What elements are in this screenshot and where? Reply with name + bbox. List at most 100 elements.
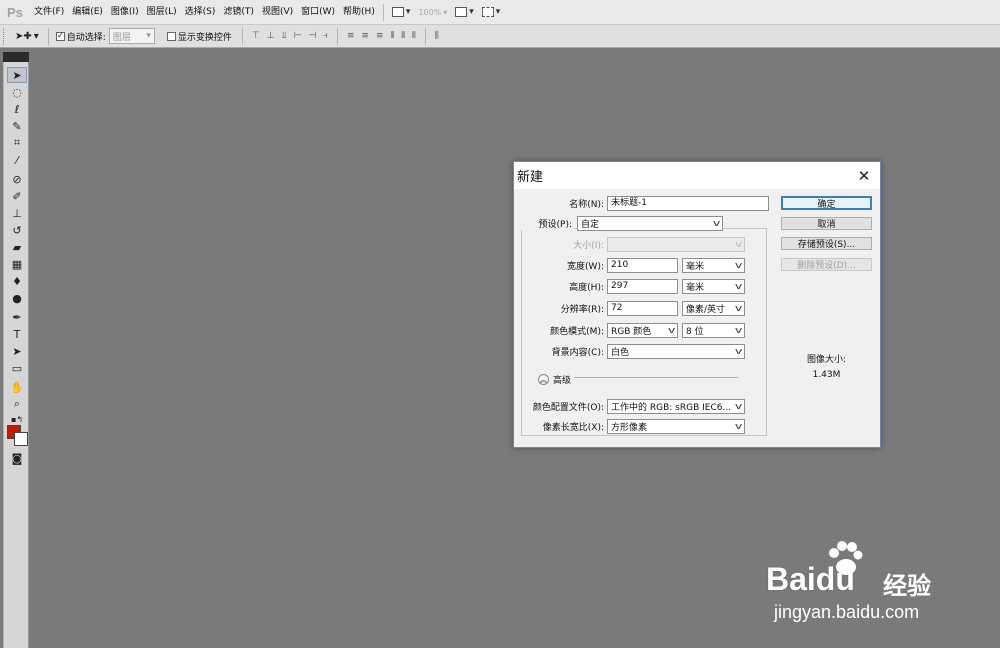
eraser-tool-icon[interactable]: ▰ [7, 239, 27, 255]
arrange-documents-button[interactable]: ▾ [451, 0, 478, 25]
size-select[interactable]: v [607, 237, 745, 252]
pen-tool-icon[interactable]: ✒ [7, 309, 27, 325]
width-unit-select[interactable]: 毫米 v [682, 258, 745, 273]
history-brush-tool-icon[interactable]: ↺ [7, 222, 27, 238]
brush-tool-icon[interactable]: ✐ [7, 188, 27, 204]
name-label: 名称(N): [569, 200, 604, 210]
bg-content-select[interactable]: 白色 v [607, 344, 745, 359]
tools-panel-header[interactable] [3, 52, 29, 62]
arrange-icon [455, 7, 468, 17]
bg-content-label: 背景内容(C): [551, 348, 604, 358]
dodge-tool-icon[interactable]: ● [7, 290, 27, 306]
align-top-icon[interactable]: ⊤ [252, 31, 260, 41]
height-field[interactable]: 297 [607, 279, 678, 294]
distribute-bottom-icon[interactable]: ≡ [376, 31, 384, 41]
menu-view[interactable]: 视图(V) [258, 0, 297, 25]
resolution-field[interactable]: 72 [607, 301, 678, 316]
align-bottom-icon[interactable]: ⫫ [282, 31, 287, 41]
preset-label: 预设(P): [514, 217, 574, 230]
auto-align-button[interactable]: ⫼ [429, 31, 445, 41]
path-selection-tool-icon[interactable]: ➤ [7, 343, 27, 359]
menu-image[interactable]: 图像(I) [107, 0, 143, 25]
crop-tool-icon[interactable]: ⌗ [7, 135, 27, 151]
chevron-down-icon: v [734, 303, 743, 314]
bit-depth-select[interactable]: 8 位 v [682, 323, 745, 338]
color-mode-select[interactable]: RGB 颜色 v [607, 323, 678, 338]
menu-layer[interactable]: 图层(L) [143, 0, 181, 25]
name-field[interactable]: 未标题-1 [607, 196, 769, 211]
chevron-down-icon: v [734, 281, 743, 292]
healing-brush-tool-icon[interactable]: ⊘ [7, 171, 27, 187]
screen-view-button[interactable]: ▾ [478, 0, 505, 25]
distribute-hcenter-icon[interactable]: ⫴ [401, 31, 405, 41]
menu-window[interactable]: 窗口(W) [297, 0, 339, 25]
image-size-value: 1.43M [812, 370, 841, 380]
resolution-row: 分辨率(R): 72 像素/英寸 v [514, 301, 745, 316]
options-separator [336, 27, 338, 45]
zoom-tool-icon[interactable]: ⌕ [7, 396, 27, 412]
chevron-down-icon: ▾ [405, 7, 411, 17]
baidu-watermark: Baidu 经验 jingyan.baidu.com [762, 538, 962, 633]
align-left-icon[interactable]: ⊢ [294, 31, 302, 41]
pixel-aspect-select[interactable]: 方形像素 v [607, 419, 745, 434]
cancel-button[interactable]: 取消 [781, 217, 872, 230]
distribute-right-icon[interactable]: ⫴ [412, 31, 416, 41]
move-tool-icon[interactable]: ➤ [7, 67, 27, 83]
color-profile-select[interactable]: 工作中的 RGB: sRGB IEC6... v [607, 399, 745, 414]
resolution-unit-select[interactable]: 像素/英寸 v [682, 301, 745, 316]
screen-mode-button[interactable]: ▾ [388, 0, 415, 25]
chevron-down-icon: v [712, 218, 721, 229]
delete-preset-button[interactable]: 删除预设(D)... [781, 258, 872, 271]
advanced-separator [574, 377, 738, 378]
bg-content-value: 白色 [611, 348, 630, 358]
marquee-tool-icon[interactable]: ◌ [7, 84, 27, 100]
align-hcenter-icon[interactable]: ⊣ [308, 31, 316, 41]
hand-tool-icon[interactable]: ✋ [7, 379, 27, 395]
ok-button[interactable]: 确定 [781, 196, 872, 210]
quick-select-tool-icon[interactable]: ✎ [7, 118, 27, 134]
background-color-swatch[interactable] [14, 432, 28, 446]
photoshop-logo: Ps [7, 4, 23, 20]
menu-file[interactable]: 文件(F) [30, 0, 68, 25]
menu-edit[interactable]: 编辑(E) [68, 0, 107, 25]
close-icon[interactable]: ✕ [854, 167, 874, 185]
options-separator [424, 27, 426, 45]
tool-preset-picker[interactable]: ➤✚ ▾ [9, 25, 45, 48]
advanced-toggle-icon[interactable]: ︽ [538, 374, 549, 385]
height-label: 高度(H): [569, 283, 604, 293]
quick-mask-icon[interactable]: ◙ [7, 450, 27, 466]
screen-mode-icon [391, 7, 404, 17]
options-separator [47, 27, 49, 45]
show-transform-checkbox[interactable]: 显示变换控件 [166, 30, 232, 43]
size-row: 大小(I): v [514, 237, 745, 252]
menu-separator [382, 3, 384, 21]
align-buttons: ⊤ ⊥ ⫫ ⊢ ⊣ ⫞ [246, 31, 334, 41]
height-unit-select[interactable]: 毫米 v [682, 279, 745, 294]
shape-tool-icon[interactable]: ▭ [7, 360, 27, 376]
zoom-level-dropdown[interactable]: 100% ▾ [414, 0, 451, 25]
lasso-tool-icon[interactable]: ℓ [7, 101, 27, 117]
clone-stamp-tool-icon[interactable]: ⊥ [7, 205, 27, 221]
menu-filter[interactable]: 滤镜(T) [219, 0, 258, 25]
save-preset-button[interactable]: 存储预设(S)... [781, 237, 872, 250]
dialog-titlebar[interactable]: 新建 ✕ [514, 162, 880, 189]
gradient-tool-icon[interactable]: ▦ [7, 256, 27, 272]
width-field[interactable]: 210 [607, 258, 678, 273]
distribute-top-icon[interactable]: ≡ [347, 31, 355, 41]
chevron-down-icon: ▾ [495, 7, 501, 17]
distribute-left-icon[interactable]: ⫴ [390, 31, 394, 41]
color-profile-label: 颜色配置文件(O): [532, 403, 604, 413]
preset-select[interactable]: 自定 v [577, 216, 723, 231]
align-vcenter-icon[interactable]: ⊥ [267, 31, 275, 41]
type-tool-icon[interactable]: T [7, 326, 27, 342]
blur-tool-icon[interactable]: ♦ [7, 273, 27, 289]
auto-align-icon: ⫼ [434, 31, 439, 41]
distribute-vcenter-icon[interactable]: ≡ [361, 31, 369, 41]
eyedropper-tool-icon[interactable]: ⁄ [7, 152, 27, 168]
pixel-aspect-value: 方形像素 [611, 423, 648, 433]
menu-select[interactable]: 选择(S) [181, 0, 220, 25]
menu-help[interactable]: 帮助(H) [339, 0, 379, 25]
auto-select-target-select[interactable]: 图层 ▾ [108, 28, 155, 44]
auto-select-checkbox[interactable]: ✓ 自动选择: [55, 30, 106, 43]
align-right-icon[interactable]: ⫞ [323, 31, 328, 41]
